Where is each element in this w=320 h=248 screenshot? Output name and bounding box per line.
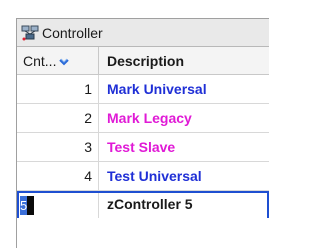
table-row[interactable]: 3 Test Slave: [17, 133, 269, 162]
description-cell[interactable]: zController 5: [99, 193, 267, 218]
description-cell[interactable]: Test Slave: [99, 133, 269, 161]
description-cell[interactable]: Mark Legacy: [99, 104, 269, 132]
count-edit-cell[interactable]: 5: [19, 193, 99, 218]
new-row-editing[interactable]: 5 zController 5: [17, 191, 269, 218]
controller-panel: Controller Cnt... Description 1 Mark Uni…: [16, 18, 269, 248]
description-cell[interactable]: Test Universal: [99, 162, 269, 190]
count-cell[interactable]: 3: [17, 133, 99, 161]
column-header-count[interactable]: Cnt...: [17, 47, 99, 74]
column-header-description[interactable]: Description: [99, 47, 269, 74]
description-cell[interactable]: Mark Universal: [99, 75, 269, 103]
count-cell[interactable]: 2: [17, 104, 99, 132]
sort-indicator-icon: [58, 54, 70, 66]
table-row[interactable]: 4 Test Universal: [17, 162, 269, 191]
controller-grid: Cnt... Description 1 Mark Universal 2 Ma…: [17, 47, 269, 218]
column-header-count-label: Cnt...: [23, 52, 57, 69]
table-row[interactable]: 1 Mark Universal: [17, 75, 269, 104]
panel-titlebar: Controller: [17, 19, 269, 47]
panel-title: Controller: [42, 24, 103, 41]
count-cell[interactable]: 4: [17, 162, 99, 190]
grid-header: Cnt... Description: [17, 47, 269, 75]
controller-network-icon: [21, 25, 39, 41]
count-input[interactable]: 5: [20, 196, 27, 215]
count-cell[interactable]: 1: [17, 75, 99, 103]
table-row[interactable]: 2 Mark Legacy: [17, 104, 269, 133]
